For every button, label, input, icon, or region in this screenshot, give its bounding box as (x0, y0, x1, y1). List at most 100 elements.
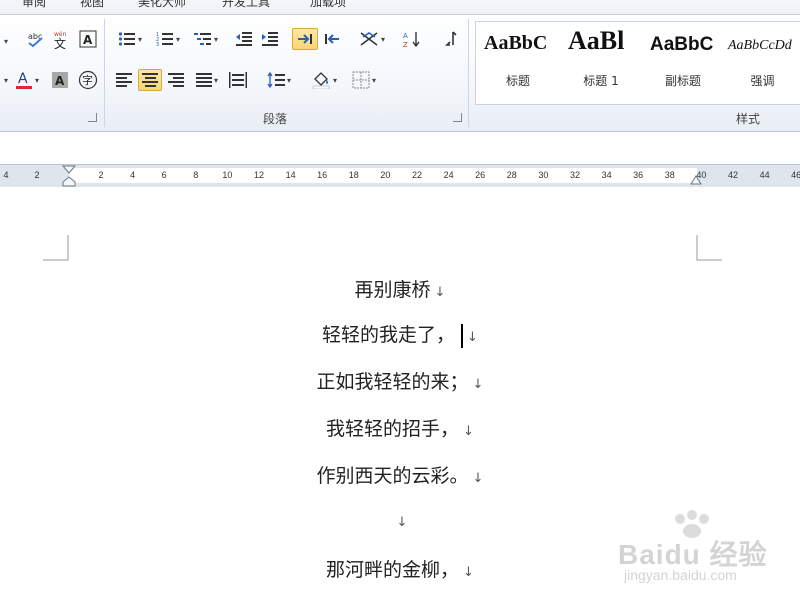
align-center-button[interactable] (138, 69, 162, 91)
ruler-number: 28 (506, 170, 517, 180)
ruler-number: 10 (222, 170, 233, 180)
paragraph-mark: ↓ (463, 565, 474, 580)
pinyin-guide-icon[interactable]: wén 文 (50, 28, 74, 50)
paragraph-dialog-launcher-icon[interactable] (453, 113, 462, 122)
margin-corner-mark (43, 235, 69, 261)
ruler-number: 30 (538, 170, 549, 180)
line-text: 再别康桥 (354, 279, 431, 301)
watermark-url: jingyan.baidu.com (624, 567, 737, 583)
first-line-indent-marker-icon[interactable] (62, 165, 76, 187)
ruler-number: 38 (664, 170, 675, 180)
document-line-title: 再别康桥 ↓ (0, 275, 800, 302)
show-paragraph-marks-icon[interactable] (440, 28, 462, 50)
styles-gallery: AaBbC 标题 AaBl 标题 1 AaBbC 副标题 AaBbCcDd 强调 (475, 21, 800, 105)
group-separator (468, 19, 469, 127)
align-left-icon[interactable] (112, 69, 136, 91)
paragraph-mark: ↓ (472, 471, 484, 486)
ribbon: ▾ abc wén 文 A ▾ A ▾ A 字 ▾ 123 ▾ ▾ ▾ A Z … (0, 15, 800, 132)
paragraph-mark: ↓ (463, 424, 474, 439)
ruler-number: 20 (380, 170, 391, 180)
distributed-align-icon[interactable] (226, 69, 250, 91)
chinese-layout-button[interactable]: ▾ (354, 28, 390, 50)
group-separator (104, 19, 105, 127)
borders-button[interactable]: ▾ (346, 69, 382, 91)
line-text: 轻轻的我走了， (322, 324, 456, 346)
svg-text:A: A (18, 71, 28, 87)
svg-text:A: A (55, 74, 65, 88)
style-sample: AaBbCcDd (728, 38, 792, 53)
increase-indent-icon[interactable] (258, 28, 282, 50)
sort-icon[interactable]: AZ (400, 28, 424, 50)
document-line: 我轻轻的招手， ↓ (0, 414, 800, 441)
text-cursor (461, 323, 464, 348)
ruler-number: 14 (285, 170, 296, 180)
decrease-indent-icon[interactable] (232, 28, 256, 50)
horizontal-ruler[interactable]: 4 2 2 4 6 8 10 12 14 16 18 20 22 24 26 28 30 32 34 36 38 40… (0, 164, 800, 188)
svg-text:字: 字 (82, 73, 93, 87)
style-name: 标题 (505, 74, 530, 88)
enclose-characters-icon[interactable]: 字 (76, 69, 100, 91)
chevron-down-icon[interactable]: ▾ (0, 69, 10, 91)
line-text: 正如我轻轻的来； (316, 371, 469, 393)
document-line: 轻轻的我走了， ↓ (0, 320, 800, 348)
chevron-down-icon[interactable]: ▾ (0, 30, 10, 52)
tab-review[interactable]: 审阅 (22, 0, 46, 10)
style-name: 标题 1 (583, 74, 619, 88)
ruler-gap (0, 132, 800, 164)
align-right-icon[interactable] (164, 69, 188, 91)
paragraph-mark: ↓ (396, 515, 408, 530)
svg-text:3: 3 (156, 42, 159, 47)
multilevel-list-button[interactable]: ▾ (188, 28, 224, 50)
ruler-number: 6 (161, 170, 167, 180)
character-shading-icon[interactable]: A (48, 69, 72, 91)
line-text: 那河畔的金柳， (326, 559, 460, 581)
tab-view[interactable]: 视图 (80, 0, 104, 10)
font-dialog-launcher-icon[interactable] (88, 113, 97, 122)
bullets-button[interactable]: ▾ (112, 28, 148, 50)
paragraph-mark: ↓ (434, 285, 446, 300)
font-color-button[interactable]: A ▾ (10, 69, 44, 91)
tab-beautify[interactable]: 美化大师 (138, 0, 186, 10)
ruler-number: 44 (759, 170, 770, 180)
ruler-number: 4 (130, 170, 136, 180)
style-emphasis[interactable]: AaBbCcDd 强调 (724, 22, 800, 102)
paragraph-mark: ↓ (472, 377, 484, 392)
ruler-number: 2 (34, 170, 40, 180)
ribbon-tab-strip: 审阅 视图 美化大师 开发工具 加载项 (0, 0, 800, 15)
svg-text:A: A (403, 32, 408, 40)
document-line: 作别西天的云彩。 ↓ (0, 461, 800, 488)
style-title[interactable]: AaBbC 标题 (476, 22, 560, 102)
tab-addins[interactable]: 加载项 (310, 0, 346, 10)
line-text: 我轻轻的招手， (326, 418, 460, 440)
justify-button[interactable]: ▾ (190, 69, 224, 91)
styles-group-label: 样式 (735, 112, 760, 126)
ruler-number: 2 (98, 170, 104, 180)
ruler-number: 12 (253, 170, 265, 180)
ruler-number: 34 (601, 170, 612, 180)
style-name: 强调 (750, 74, 775, 88)
line-text: 作别西天的云彩。 (316, 465, 469, 487)
right-indent-marker-icon[interactable] (690, 173, 702, 185)
text-direction-rtl-button[interactable] (292, 28, 318, 50)
svg-text:A: A (83, 33, 93, 47)
baidu-watermark: Baidu 经验 jingyan.baidu.com (610, 505, 800, 600)
character-border-icon[interactable]: A (76, 28, 100, 50)
style-heading-1[interactable]: AaBl 标题 1 (560, 22, 642, 102)
ruler-number: 8 (193, 170, 199, 180)
svg-text:Z: Z (403, 41, 408, 48)
style-name: 副标题 (664, 74, 701, 88)
ruler-number: 46 (791, 170, 800, 180)
margin-corner-mark (696, 235, 722, 261)
tab-developer[interactable]: 开发工具 (222, 0, 270, 10)
numbering-button[interactable]: 123 ▾ (150, 28, 186, 50)
line-spacing-button[interactable]: ▾ (262, 69, 296, 91)
text-direction-ltr-icon[interactable] (320, 28, 344, 50)
ruler-number: 26 (475, 170, 486, 180)
style-sample: AaBl (568, 26, 625, 55)
ruler-number: 18 (348, 170, 359, 180)
phonetic-guide-icon[interactable]: abc (24, 28, 48, 50)
style-subtitle[interactable]: AaBbC 副标题 (642, 22, 724, 102)
shading-button[interactable]: ▾ (306, 69, 342, 91)
ruler-number: 42 (727, 170, 739, 180)
ruler-number: 4 (3, 170, 9, 180)
